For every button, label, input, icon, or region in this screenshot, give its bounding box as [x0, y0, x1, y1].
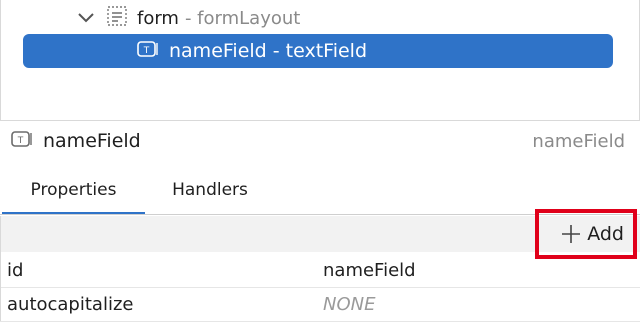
- property-row[interactable]: autocapitalize NONE: [0, 286, 640, 322]
- tab-properties[interactable]: Properties: [2, 166, 145, 214]
- property-value[interactable]: nameField: [323, 260, 416, 281]
- row-divider: [0, 321, 640, 322]
- text-field-icon: T: [137, 40, 159, 63]
- tree-node-selected[interactable]: T nameField - textField: [23, 34, 613, 68]
- form-layout-icon: [107, 5, 127, 31]
- property-name: autocapitalize: [7, 293, 134, 315]
- divider: [0, 120, 640, 121]
- property-name: id: [7, 259, 24, 281]
- tree-node-selected-label: nameField - textField: [169, 40, 368, 62]
- property-value[interactable]: NONE: [323, 294, 375, 315]
- svg-text:T: T: [143, 46, 150, 56]
- component-name: nameField: [43, 130, 141, 152]
- component-id: nameField: [532, 130, 625, 152]
- tab-handlers[interactable]: Handlers: [145, 166, 275, 214]
- component-tree: form - formLayout T nameField - textFiel…: [0, 0, 640, 120]
- svg-text:T: T: [17, 136, 24, 146]
- property-row[interactable]: id nameField: [0, 252, 640, 288]
- text-field-icon: T: [11, 130, 33, 153]
- chevron-down-icon[interactable]: [75, 7, 97, 29]
- tree-node-form-name: form: [137, 7, 179, 29]
- component-header: T nameField nameField: [0, 122, 640, 160]
- tree-node-form-type: - formLayout: [184, 7, 301, 29]
- tree-node-form[interactable]: form - formLayout: [75, 1, 300, 35]
